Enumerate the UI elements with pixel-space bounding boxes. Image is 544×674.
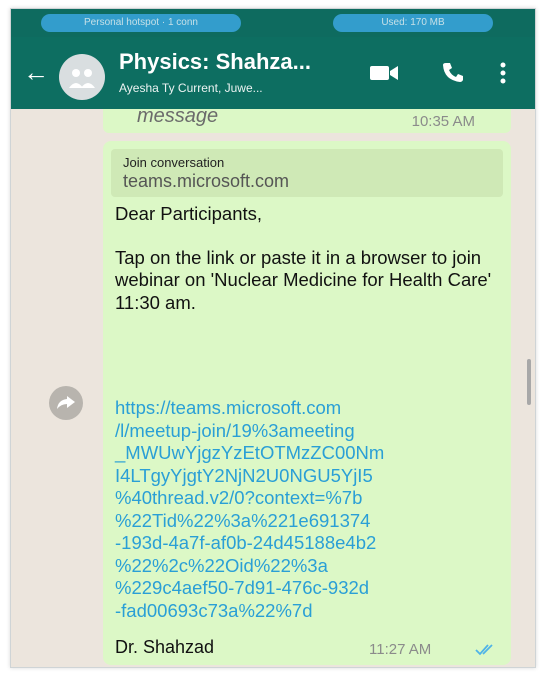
chat-area[interactable]: message 10:35 AM Join conversation teams… — [11, 105, 535, 667]
scrollbar[interactable] — [527, 359, 531, 405]
link-line[interactable]: -fad00693c73a%22%7d — [115, 600, 507, 623]
status-bar: Personal hotspot · 1 conn Used: 170 MB — [11, 9, 535, 37]
back-arrow-icon[interactable]: ← — [23, 59, 49, 85]
message-body: Tap on the link or paste it in a browser… — [115, 246, 492, 313]
message-bubble: Join conversation teams.microsoft.com De… — [103, 141, 511, 665]
link-line[interactable]: %22Tid%22%3a%221e691374 — [115, 510, 507, 533]
link-preview-title: Join conversation — [123, 155, 225, 170]
avatar-icon[interactable] — [59, 54, 105, 100]
more-options-icon[interactable] — [499, 61, 507, 90]
link-preview-domain: teams.microsoft.com — [123, 171, 290, 191]
chat-participants[interactable]: Ayesha Ty Current, Juwe... — [119, 81, 263, 95]
link-line[interactable]: /l/meetup-join/19%3ameeting — [115, 420, 507, 443]
message-greeting: Dear Participants, — [115, 203, 263, 224]
link-line[interactable]: https://teams.microsoft.com — [115, 397, 507, 420]
link-preview[interactable]: Join conversation teams.microsoft.com — [111, 149, 503, 197]
link-line[interactable]: _MWUwYjgzYzEtOTMzZC00Nm — [115, 442, 507, 465]
share-icon[interactable] — [49, 386, 83, 420]
link-line[interactable]: I4LTgyYjgtY2NjN2U0NGU5YjI5 — [115, 465, 507, 488]
read-ticks-icon — [475, 643, 497, 661]
message-time: 11:27 AM — [369, 641, 432, 658]
data-usage-pill: Used: 170 MB — [333, 14, 493, 32]
link-line[interactable]: %40thread.v2/0?context=%7b — [115, 487, 507, 510]
meeting-link[interactable]: https://teams.microsoft.com /l/meetup-jo… — [115, 397, 507, 622]
link-line[interactable]: %229c4aef50-7d91-476c-932d — [115, 577, 507, 600]
link-line[interactable]: -193d-4a7f-af0b-24d45188e4b2 — [115, 532, 507, 555]
previous-message-time: 10:35 AM — [411, 113, 475, 130]
previous-message-bubble: message 10:35 AM — [103, 105, 511, 133]
chat-title[interactable]: Physics: Shahza... — [119, 49, 311, 75]
link-line[interactable]: %22%2c%22Oid%22%3a — [115, 555, 507, 578]
video-call-icon[interactable] — [369, 63, 399, 88]
message-signature: Dr. Shahzad — [115, 637, 215, 657]
phone-screen: Personal hotspot · 1 conn Used: 170 MB ←… — [10, 8, 536, 668]
previous-message-text: message — [137, 105, 219, 127]
hotspot-status-pill: Personal hotspot · 1 conn — [41, 14, 241, 32]
message-text: Dear Participants, Tap on the link or pa… — [115, 203, 507, 335]
chat-header: ← Physics: Shahza... Ayesha Ty Current, … — [11, 37, 535, 109]
phone-icon[interactable] — [441, 61, 465, 90]
